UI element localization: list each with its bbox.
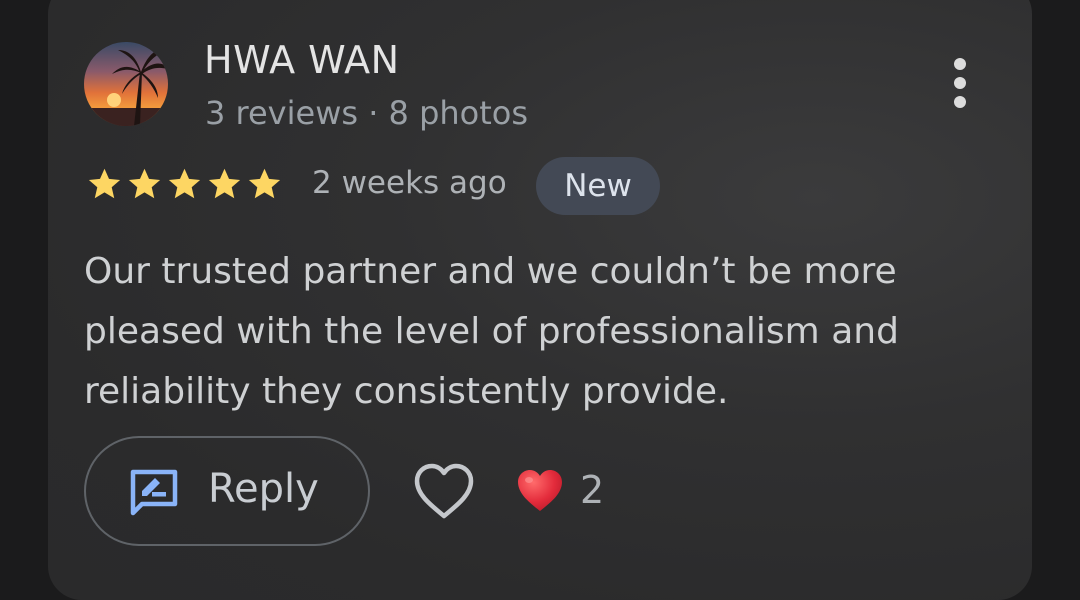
star-icon <box>128 168 161 199</box>
reviewer-name[interactable]: HWA WAN <box>204 38 400 82</box>
star-icon <box>88 168 121 199</box>
reviewer-meta: 3 reviews · 8 photos <box>205 94 529 132</box>
star-icon <box>168 168 201 199</box>
avatar-sunset-image <box>84 42 168 126</box>
heart-outline-icon[interactable] <box>412 462 476 522</box>
review-text: Our trusted partner and we couldn’t be m… <box>84 251 899 412</box>
review-time: 2 weeks ago <box>312 165 507 201</box>
new-badge: New <box>536 157 660 215</box>
avatar[interactable] <box>84 42 168 126</box>
reply-button[interactable]: Reply <box>84 436 370 546</box>
reply-label: Reply <box>208 466 319 512</box>
star-rating <box>86 166 283 202</box>
red-heart-emoji <box>516 468 564 514</box>
reaction-count: 2 <box>580 468 605 512</box>
rate-review-icon <box>128 468 180 518</box>
more-vert-icon[interactable] <box>946 56 974 112</box>
star-icon <box>208 168 241 199</box>
star-icon <box>248 168 281 199</box>
